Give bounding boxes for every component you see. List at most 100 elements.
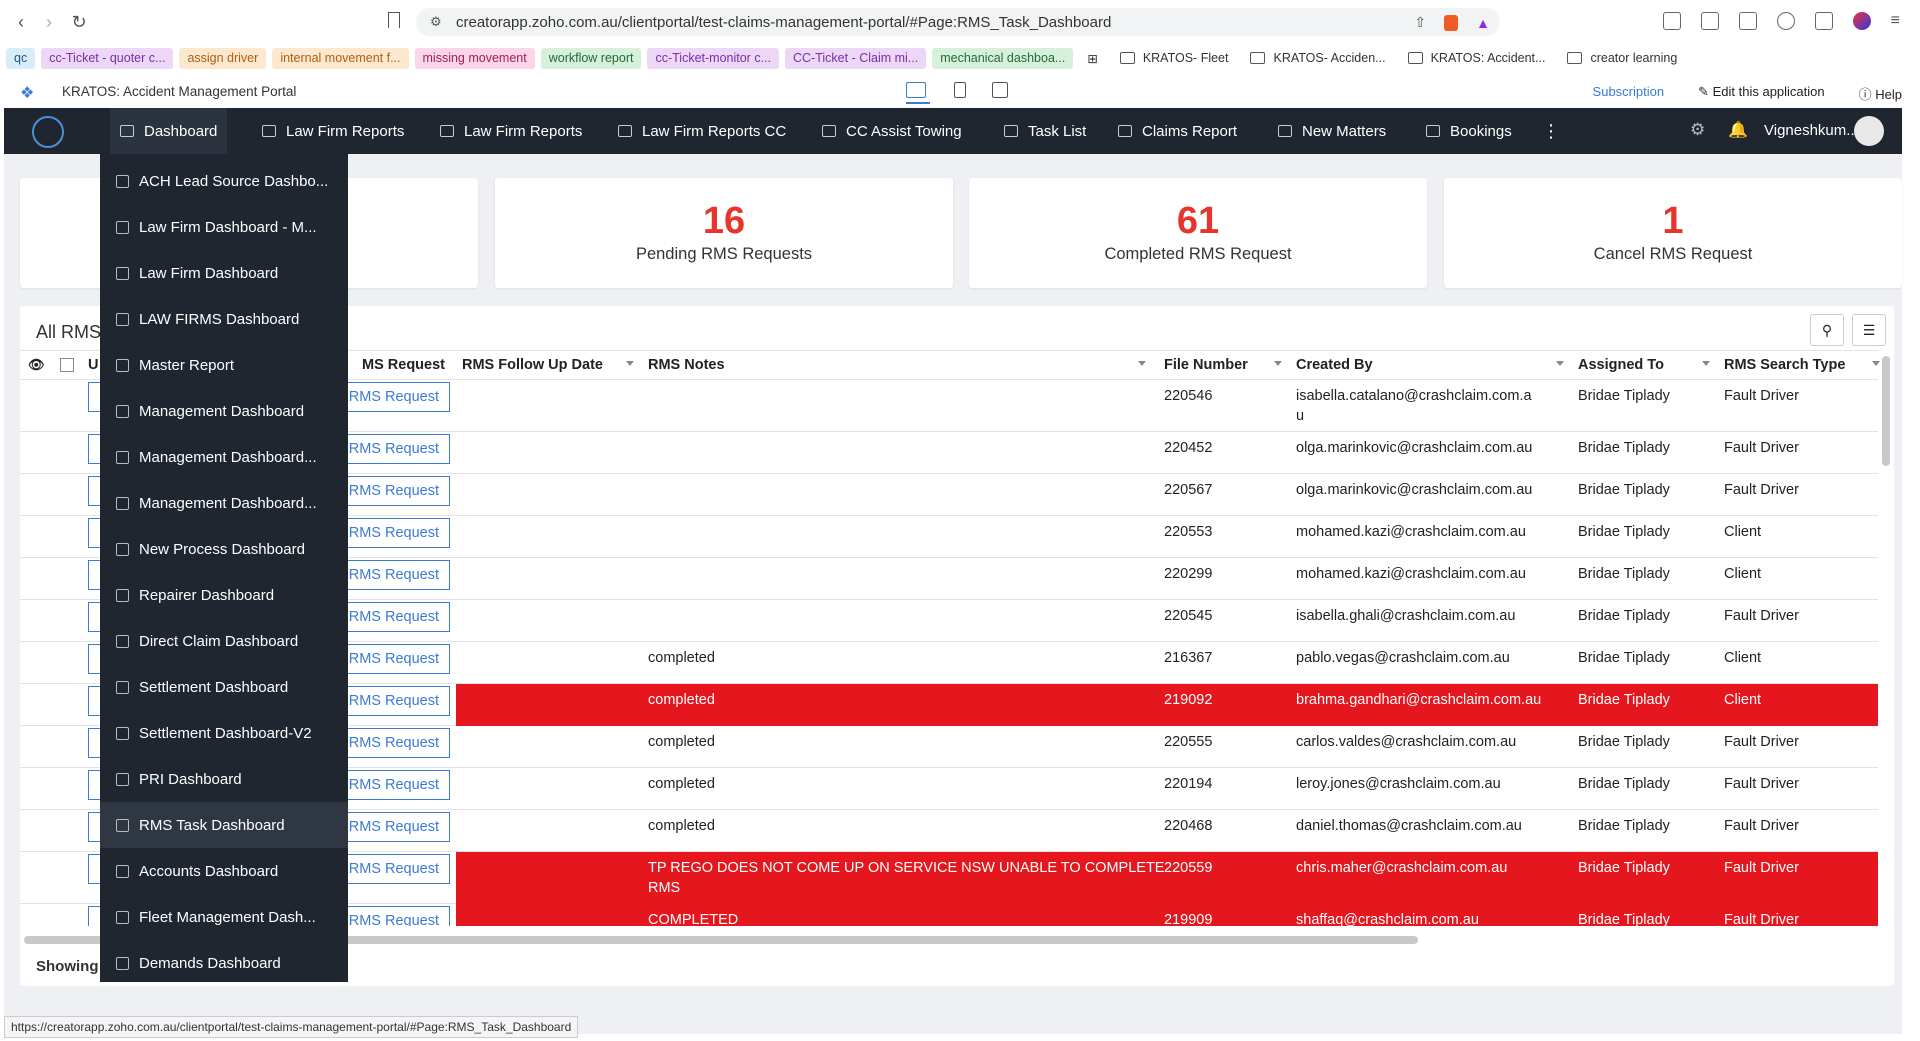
bookmark-item[interactable]: qc	[6, 47, 36, 69]
bookmark-item[interactable]: workflow report	[540, 47, 642, 69]
browser-toolbar: ‹ › ↻ ⚙ creatorapp.zoho.com.au/clientpor…	[0, 0, 1920, 44]
vertical-scrollbar[interactable]	[1882, 356, 1890, 466]
nav-item-dashboard[interactable]: Dashboard	[110, 108, 228, 154]
dropdown-item[interactable]: Accounts Dashboard	[100, 848, 348, 894]
nav-item-label: Law Firm Reports CC	[642, 122, 787, 140]
back-icon[interactable]: ‹	[8, 9, 34, 35]
bookmark-folder[interactable]: KRATOS- Acciden...	[1242, 51, 1393, 65]
settings-icon[interactable]: ⚙	[1690, 120, 1705, 140]
sort-caret-icon[interactable]	[1556, 361, 1564, 366]
eye-icon[interactable]: 👁	[28, 357, 45, 373]
subscription-link[interactable]: Subscription	[1593, 84, 1665, 103]
rewards-icon[interactable]: ▲	[1476, 15, 1490, 31]
folder-icon	[1119, 52, 1135, 64]
dashboard-icon	[116, 864, 129, 878]
search-icon[interactable]: ⚲	[1810, 314, 1844, 346]
nav-item-claims-report[interactable]: Claims Report	[1108, 108, 1247, 154]
sort-caret-icon[interactable]	[1274, 361, 1282, 366]
help-link[interactable]: ⓘ Help	[1859, 84, 1902, 103]
dropdown-item[interactable]: Management Dashboard	[100, 388, 348, 434]
nav-item-cc-assist-towing[interactable]: CC Assist Towing	[812, 108, 972, 154]
search-type-cell: Fault Driver	[1724, 776, 1799, 792]
site-info-icon[interactable]: ⚙	[430, 14, 442, 30]
bookmark-folder[interactable]: creator learning	[1559, 51, 1685, 65]
col-header-search-type[interactable]: RMS Search Type	[1724, 357, 1845, 373]
nav-item-icon	[120, 125, 134, 137]
nav-item-task-list[interactable]: Task List	[994, 108, 1096, 154]
url-bar[interactable]: ⚙ creatorapp.zoho.com.au/clientportal/te…	[416, 8, 1500, 36]
nav-item-icon	[440, 125, 454, 137]
nav-item-bookings[interactable]: Bookings	[1416, 108, 1522, 154]
bookmark-item[interactable]: missing movement	[414, 47, 535, 69]
col-header-created-by[interactable]: Created By	[1296, 357, 1373, 373]
leo-icon[interactable]	[1776, 12, 1795, 30]
bookmark-item[interactable]: mechanical dashboa...	[932, 47, 1074, 69]
col-header-assigned-to[interactable]: Assigned To	[1578, 357, 1664, 373]
mobile-view-icon[interactable]	[954, 82, 966, 98]
portal-logo-icon[interactable]	[32, 116, 64, 148]
sort-caret-icon[interactable]	[626, 361, 634, 366]
more-icon[interactable]: ⋮	[1542, 121, 1560, 142]
dropdown-item[interactable]: Demands Dashboard	[100, 940, 348, 986]
col-header-file-number[interactable]: File Number	[1164, 357, 1248, 373]
bookmark-item[interactable]: internal movement f...	[272, 47, 409, 69]
reload-icon[interactable]: ↻	[66, 9, 92, 35]
desktop-view-icon[interactable]	[906, 82, 926, 98]
dropdown-item[interactable]: Direct Claim Dashboard	[100, 618, 348, 664]
sort-caret-icon[interactable]	[1138, 361, 1146, 366]
edit-app-link[interactable]: ✎ Edit this application	[1698, 84, 1825, 103]
forward-icon[interactable]: ›	[36, 9, 62, 35]
dropdown-item[interactable]: Management Dashboard...	[100, 434, 348, 480]
reader-icon[interactable]	[1662, 12, 1681, 30]
bookmark-page-icon[interactable]	[388, 12, 400, 28]
dropdown-item[interactable]: ACH Lead Source Dashbo...	[100, 158, 348, 204]
notes-cell: TP REGO DOES NOT COME UP ON SERVICE NSW …	[648, 860, 1165, 876]
nav-item-law-firm-reports[interactable]: Law Firm Reports	[430, 108, 592, 154]
brave-shield-icon[interactable]	[1444, 14, 1459, 31]
completed-count: 61	[1176, 200, 1220, 242]
nav-item-label: Bookings	[1450, 122, 1512, 140]
sort-caret-icon[interactable]	[1872, 361, 1880, 366]
nav-item-law-firm-reports[interactable]: Law Firm Reports	[252, 108, 414, 154]
select-all-checkbox[interactable]	[60, 358, 74, 372]
vpn-icon[interactable]	[1814, 12, 1833, 30]
nav-item-law-firm-reports-cc[interactable]: Law Firm Reports CC	[608, 108, 796, 154]
col-header-u[interactable]: U	[88, 357, 98, 373]
dropdown-item[interactable]: New Process Dashboard	[100, 526, 348, 572]
bookmark-item[interactable]: CC-Ticket - Claim mi...	[785, 47, 927, 69]
wallet-icon[interactable]	[1738, 12, 1757, 30]
dropdown-item[interactable]: LAW FIRMS Dashboard	[100, 296, 348, 342]
menu-icon[interactable]: ≡	[1891, 12, 1900, 30]
bookmark-folder[interactable]: KRATOS: Accident...	[1400, 51, 1554, 65]
search-type-cell: Client	[1724, 650, 1762, 666]
bookmark-folder[interactable]: KRATOS- Fleet	[1112, 51, 1237, 65]
dropdown-item[interactable]: Management Dashboard...	[100, 480, 348, 526]
list-menu-icon[interactable]: ☰	[1852, 314, 1886, 346]
dropdown-item[interactable]: RMS Task Dashboard	[100, 802, 348, 848]
apps-grid-icon[interactable]: ⊞	[1079, 51, 1105, 66]
nav-item-new-matters[interactable]: New Matters	[1268, 108, 1396, 154]
sort-caret-icon[interactable]	[1702, 361, 1710, 366]
pending-label: Pending RMS Requests	[635, 245, 813, 263]
profile-icon[interactable]	[1852, 12, 1871, 30]
dropdown-item[interactable]: PRI Dashboard	[100, 756, 348, 802]
dropdown-item[interactable]: Law Firm Dashboard - M...	[100, 204, 348, 250]
bookmark-item[interactable]: assign driver	[179, 47, 267, 69]
notification-bell-icon[interactable]: 🔔	[1728, 120, 1748, 140]
dropdown-item[interactable]: Repairer Dashboard	[100, 572, 348, 618]
tablet-view-icon[interactable]	[992, 82, 1008, 98]
dropdown-item[interactable]: Master Report	[100, 342, 348, 388]
user-name[interactable]: Vigneshkum...	[1764, 122, 1859, 139]
col-header-notes[interactable]: RMS Notes	[648, 357, 725, 373]
col-header-rms-request[interactable]: MS Request	[362, 357, 445, 373]
col-header-follow-up[interactable]: RMS Follow Up Date	[462, 357, 603, 373]
bookmark-item[interactable]: cc-Ticket - quoter c...	[41, 47, 174, 69]
dropdown-item[interactable]: Settlement Dashboard-V2	[100, 710, 348, 756]
dropdown-item[interactable]: Fleet Management Dash...	[100, 894, 348, 940]
bookmark-item[interactable]: cc-Ticket-monitor c...	[647, 47, 779, 69]
sidebar-icon[interactable]	[1700, 12, 1719, 30]
share-icon[interactable]: ⇧	[1414, 14, 1426, 31]
avatar[interactable]	[1854, 116, 1884, 146]
dropdown-item[interactable]: Law Firm Dashboard	[100, 250, 348, 296]
dropdown-item[interactable]: Settlement Dashboard	[100, 664, 348, 710]
